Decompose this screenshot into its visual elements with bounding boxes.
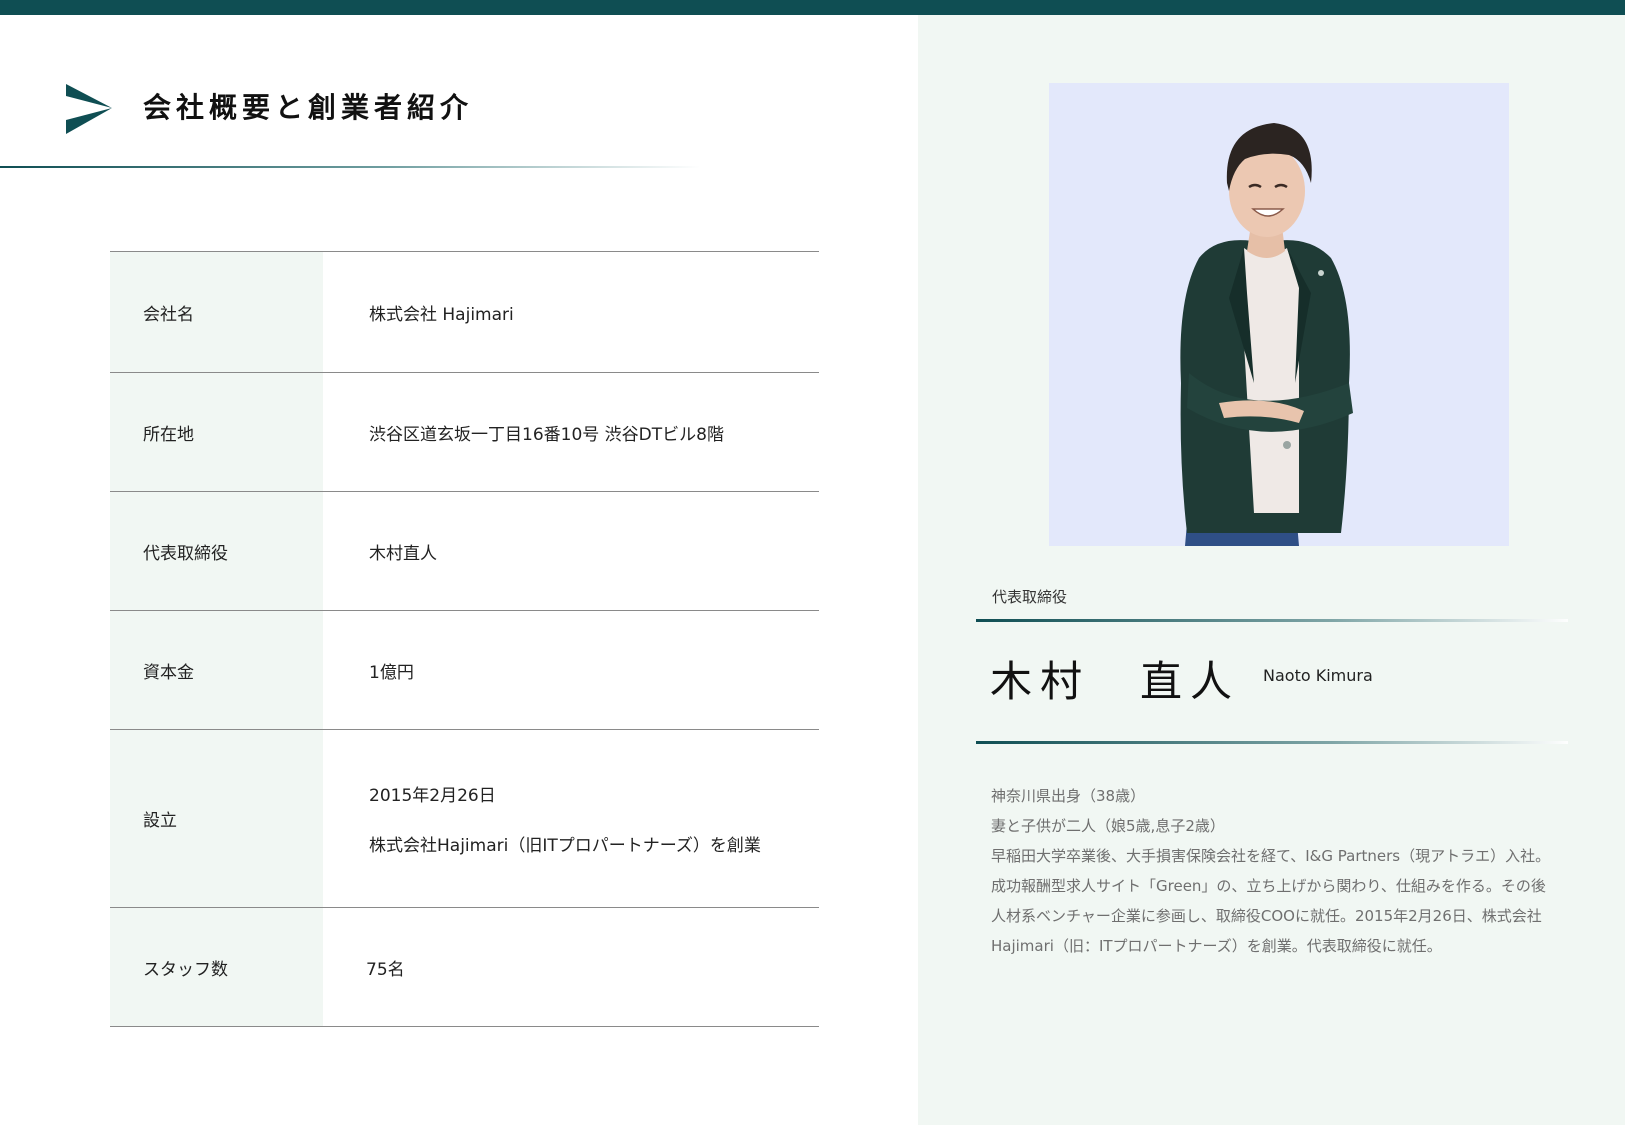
row-value: 株式会社 Hajimari xyxy=(323,252,819,372)
row-value-text: 株式会社 Hajimari xyxy=(369,304,514,325)
founder-bio: 神奈川県出身（38歳） 妻と子供が二人（娘5歳,息子2歳） 早稲田大学卒業後、大… xyxy=(991,781,1551,961)
row-label: スタッフ数 xyxy=(110,908,323,1026)
table-row-ceo: 代表取締役 木村直人 xyxy=(110,492,819,611)
row-value: 木村直人 xyxy=(323,492,819,610)
founder-photo xyxy=(1049,83,1509,546)
row-value: 1億円 xyxy=(323,611,819,729)
row-value-text: 木村直人 xyxy=(369,543,437,564)
bio-line: 神奈川県出身（38歳） xyxy=(991,787,1146,805)
bio-line: 妻と子供が二人（娘5歳,息子2歳） xyxy=(991,817,1225,835)
title-divider xyxy=(0,166,700,168)
row-value-text: 75名 xyxy=(366,959,405,980)
table-row-founded: 設立 2015年2月26日 株式会社Hajimari（旧ITプロパートナーズ）を… xyxy=(110,730,819,908)
row-label: 会社名 xyxy=(110,252,323,372)
row-label: 資本金 xyxy=(110,611,323,729)
row-value-text: 株式会社Hajimari（旧ITプロパートナーズ）を創業 xyxy=(369,836,761,856)
name-divider-top xyxy=(976,619,1568,622)
founder-name-en: Naoto Kimura xyxy=(1263,666,1373,685)
top-accent-bar xyxy=(0,0,1625,15)
row-value: 渋谷区道玄坂一丁目16番10号 渋谷DTビル8階 xyxy=(323,373,819,491)
bio-line: 早稲田大学卒業後、大手損害保険会社を経て、I&G Partners（現アトラエ）… xyxy=(991,847,1551,955)
table-row-company-name: 会社名 株式会社 Hajimari xyxy=(110,252,819,373)
row-value: 75名 xyxy=(323,908,819,1026)
name-divider-bottom xyxy=(976,741,1568,744)
row-value: 2015年2月26日 株式会社Hajimari（旧ITプロパートナーズ）を創業 xyxy=(323,730,819,907)
row-value-text: 渋谷区道玄坂一丁目16番10号 渋谷DTビル8階 xyxy=(369,424,724,445)
chevron-logo-icon xyxy=(66,84,112,134)
row-label: 設立 xyxy=(110,730,323,907)
row-value-text: 2015年2月26日 xyxy=(369,786,496,806)
founder-portrait-icon xyxy=(1049,83,1509,546)
table-row-staff: スタッフ数 75名 xyxy=(110,908,819,1027)
page-title: 会社概要と創業者紹介 xyxy=(143,91,474,124)
table-row-capital: 資本金 1億円 xyxy=(110,611,819,730)
founder-name-jp: 木村 直人 xyxy=(990,657,1241,706)
company-info-table: 会社名 株式会社 Hajimari 所在地 渋谷区道玄坂一丁目16番10号 渋谷… xyxy=(110,251,819,1027)
founder-role: 代表取締役 xyxy=(992,588,1068,606)
row-label: 代表取締役 xyxy=(110,492,323,610)
table-row-address: 所在地 渋谷区道玄坂一丁目16番10号 渋谷DTビル8階 xyxy=(110,373,819,492)
row-value-text: 1億円 xyxy=(369,662,414,683)
row-label: 所在地 xyxy=(110,373,323,491)
